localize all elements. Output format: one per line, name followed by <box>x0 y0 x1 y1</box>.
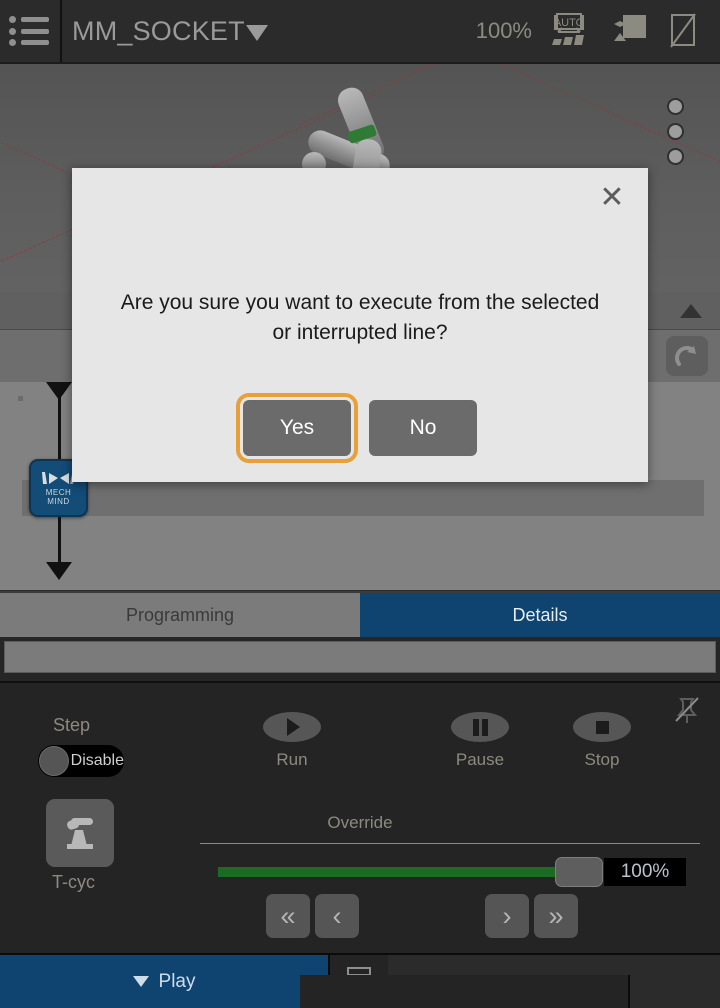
override-value: 100% <box>604 858 686 886</box>
step-toggle[interactable]: Disable <box>38 745 124 777</box>
pin-crossed-out-icon[interactable] <box>668 691 706 729</box>
tablet-disabled-icon[interactable] <box>664 11 708 51</box>
dialog-button-row: Yes No <box>72 393 648 463</box>
tcyc-label: T-cyc <box>52 872 95 892</box>
details-content-row[interactable] <box>4 641 716 673</box>
node-label-line1: MECH <box>45 487 72 497</box>
triangle-down-icon <box>46 562 72 580</box>
no-button[interactable]: No <box>369 400 477 456</box>
step-toggle-value: Disable <box>70 752 124 769</box>
bottom-nav-robot-operation[interactable]: Robot Operation <box>300 975 630 1008</box>
page-title: MM_SOCKET <box>72 15 245 46</box>
auto-speed-icon[interactable]: AUTO <box>546 11 592 51</box>
redo-arrow-icon[interactable] <box>666 336 708 376</box>
dialog-message: Are you sure you want to execute from th… <box>120 291 600 344</box>
override-decrease[interactable]: ‹ <box>315 894 359 938</box>
bottom-nav-play[interactable]: Play <box>0 955 330 1008</box>
bottom-nav-play-label: Play <box>158 970 196 992</box>
execute-confirmation-dialog: ✕ Are you sure you want to execute from … <box>72 168 648 482</box>
override-slider-track <box>218 867 558 877</box>
override-label: Override <box>327 813 393 832</box>
override-slider[interactable] <box>218 857 603 887</box>
override-increase[interactable]: › <box>485 894 529 938</box>
tool-robot-icon[interactable] <box>606 11 650 51</box>
project-title-dropdown[interactable]: MM_SOCKET <box>72 16 268 47</box>
triangle-up-icon[interactable] <box>680 304 702 318</box>
pause-icon <box>451 712 509 742</box>
top-bar-status-group: 100% AUTO <box>476 11 720 51</box>
stop-icon <box>573 712 631 742</box>
program-tree-selected-row[interactable] <box>22 480 704 516</box>
panel-tabs: Programming Details <box>0 591 720 637</box>
close-x-icon[interactable]: ✕ <box>594 180 630 216</box>
tcyc-button[interactable] <box>46 799 114 867</box>
override-fast-increase[interactable]: » <box>534 894 578 938</box>
step-toggle-knob <box>39 746 69 776</box>
stop-label: Stop <box>584 750 620 769</box>
tab-programming[interactable]: Programming <box>0 593 360 637</box>
triangle-down-icon <box>46 382 72 400</box>
override-divider <box>200 843 700 844</box>
svg-text:AUTO: AUTO <box>554 17 585 29</box>
override-slider-knob[interactable] <box>555 857 603 887</box>
stop-button[interactable]: Stop <box>573 712 631 770</box>
transport-controls: Run Pause Stop <box>250 712 670 802</box>
override-nudge-buttons: « ‹ › » <box>0 894 720 940</box>
main-menu-button[interactable] <box>0 0 62 62</box>
pause-button[interactable]: Pause <box>451 712 509 770</box>
list-menu-icon <box>9 16 51 46</box>
three-dots-vertical-icon[interactable] <box>667 98 684 165</box>
speed-percent-label: 100% <box>475 18 532 43</box>
bottom-navigation: Play Robot Operation <box>0 953 720 1008</box>
app-root: MM_SOCKET 100% AUTO MECH MIND Programmin… <box>0 0 720 1008</box>
step-label: Step <box>53 715 91 735</box>
run-button[interactable]: Run <box>263 712 321 770</box>
caret-down-icon <box>245 24 268 41</box>
play-icon <box>263 712 321 742</box>
yes-button[interactable]: Yes <box>236 393 358 463</box>
tab-details[interactable]: Details <box>360 593 720 637</box>
triangle-down-icon <box>132 976 149 987</box>
node-label-line2: MIND <box>47 496 70 506</box>
override-fast-decrease[interactable]: « <box>266 894 310 938</box>
pause-label: Pause <box>455 750 505 769</box>
top-bar: MM_SOCKET 100% AUTO <box>0 0 720 62</box>
tree-marker-dot <box>18 396 23 401</box>
run-label: Run <box>276 750 308 769</box>
